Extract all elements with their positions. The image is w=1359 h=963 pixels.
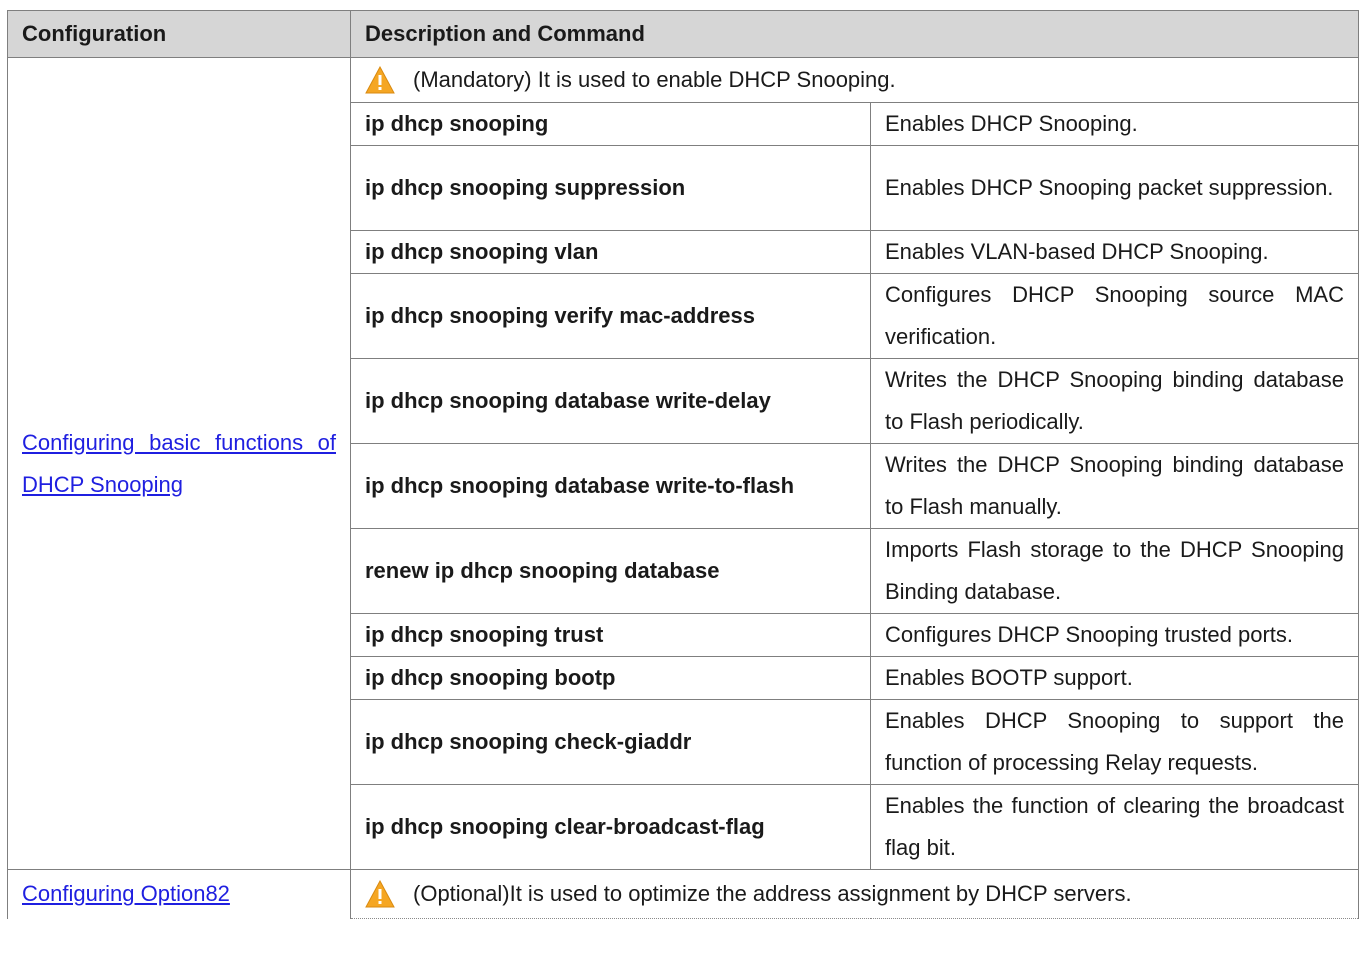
note-cell: (Mandatory) It is used to enable DHCP Sn… bbox=[350, 57, 1359, 103]
description-cell: Imports Flash storage to the DHCP Snoopi… bbox=[870, 528, 1359, 614]
command-cell: ip dhcp snooping check-giaddr bbox=[350, 699, 871, 785]
command-cell: ip dhcp snooping clear-broadcast-flag bbox=[350, 784, 871, 870]
description-cell: Writes the DHCP Snooping binding databas… bbox=[870, 443, 1359, 529]
description-cell: Configures DHCP Snooping trusted ports. bbox=[870, 613, 1359, 657]
link-configuring-basic-functions[interactable]: Configuring basic functions of DHCP Snoo… bbox=[22, 422, 336, 506]
command-cell: ip dhcp snooping trust bbox=[350, 613, 871, 657]
description-cell: Configures DHCP Snooping source MAC veri… bbox=[870, 273, 1359, 359]
description-cell: Enables VLAN-based DHCP Snooping. bbox=[870, 230, 1359, 274]
warning-triangle-icon bbox=[365, 66, 395, 94]
config-table-container: Configuration Description and Command Co… bbox=[7, 10, 1359, 919]
note-cell: (Optional)It is used to optimize the add… bbox=[350, 869, 1359, 919]
warning-triangle-icon bbox=[365, 880, 395, 908]
note-row-mandatory: Configuring basic functions of DHCP Snoo… bbox=[7, 57, 1359, 870]
command-cell: ip dhcp snooping bbox=[350, 102, 871, 146]
table-header-row: Configuration Description and Command bbox=[7, 10, 1359, 58]
command-cell: ip dhcp snooping verify mac-address bbox=[350, 273, 871, 359]
description-cell: Enables BOOTP support. bbox=[870, 656, 1359, 700]
command-cell: ip dhcp snooping suppression bbox=[350, 145, 871, 231]
header-configuration: Configuration bbox=[7, 10, 351, 58]
config-table: Configuration Description and Command Co… bbox=[7, 10, 1359, 919]
config-cell-option82: Configuring Option82 bbox=[7, 869, 351, 919]
description-cell: Enables DHCP Snooping to support the fun… bbox=[870, 699, 1359, 785]
note-text: (Optional)It is used to optimize the add… bbox=[413, 881, 1132, 906]
description-cell: Enables the function of clearing the bro… bbox=[870, 784, 1359, 870]
note-text: (Mandatory) It is used to enable DHCP Sn… bbox=[413, 67, 896, 92]
link-configuring-option82[interactable]: Configuring Option82 bbox=[22, 881, 230, 906]
command-cell: ip dhcp snooping database write-delay bbox=[350, 358, 871, 444]
description-cell: Writes the DHCP Snooping binding databas… bbox=[870, 358, 1359, 444]
command-cell: ip dhcp snooping database write-to-flash bbox=[350, 443, 871, 529]
command-cell: renew ip dhcp snooping database bbox=[350, 528, 871, 614]
config-cell-basic: Configuring basic functions of DHCP Snoo… bbox=[7, 57, 351, 870]
description-cell: Enables DHCP Snooping packet suppression… bbox=[870, 145, 1359, 231]
note-row-optional: Configuring Option82 (Optional)It is use… bbox=[7, 869, 1359, 919]
header-description-and-command: Description and Command bbox=[350, 10, 1359, 58]
command-cell: ip dhcp snooping vlan bbox=[350, 230, 871, 274]
command-cell: ip dhcp snooping bootp bbox=[350, 656, 871, 700]
description-cell: Enables DHCP Snooping. bbox=[870, 102, 1359, 146]
